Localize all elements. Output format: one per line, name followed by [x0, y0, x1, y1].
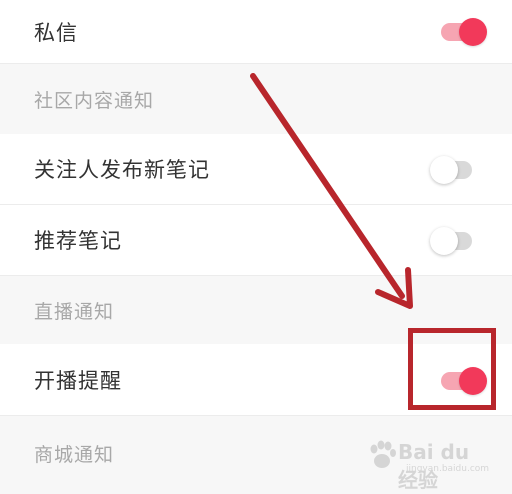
baidu-paw-icon [370, 440, 396, 468]
arrow-shaft [250, 73, 405, 299]
notification-settings-screen: 私信 社区内容通知 关注人发布新笔记 推荐笔记 直播通知 开播提醒 商城通知 B… [0, 0, 512, 494]
baidu-watermark: Bai du 经验 jingyan.baidu.com [368, 434, 490, 492]
annotation-highlight-box [408, 328, 496, 410]
watermark-url: jingyan.baidu.com [406, 464, 490, 474]
annotation-arrow [250, 73, 413, 309]
